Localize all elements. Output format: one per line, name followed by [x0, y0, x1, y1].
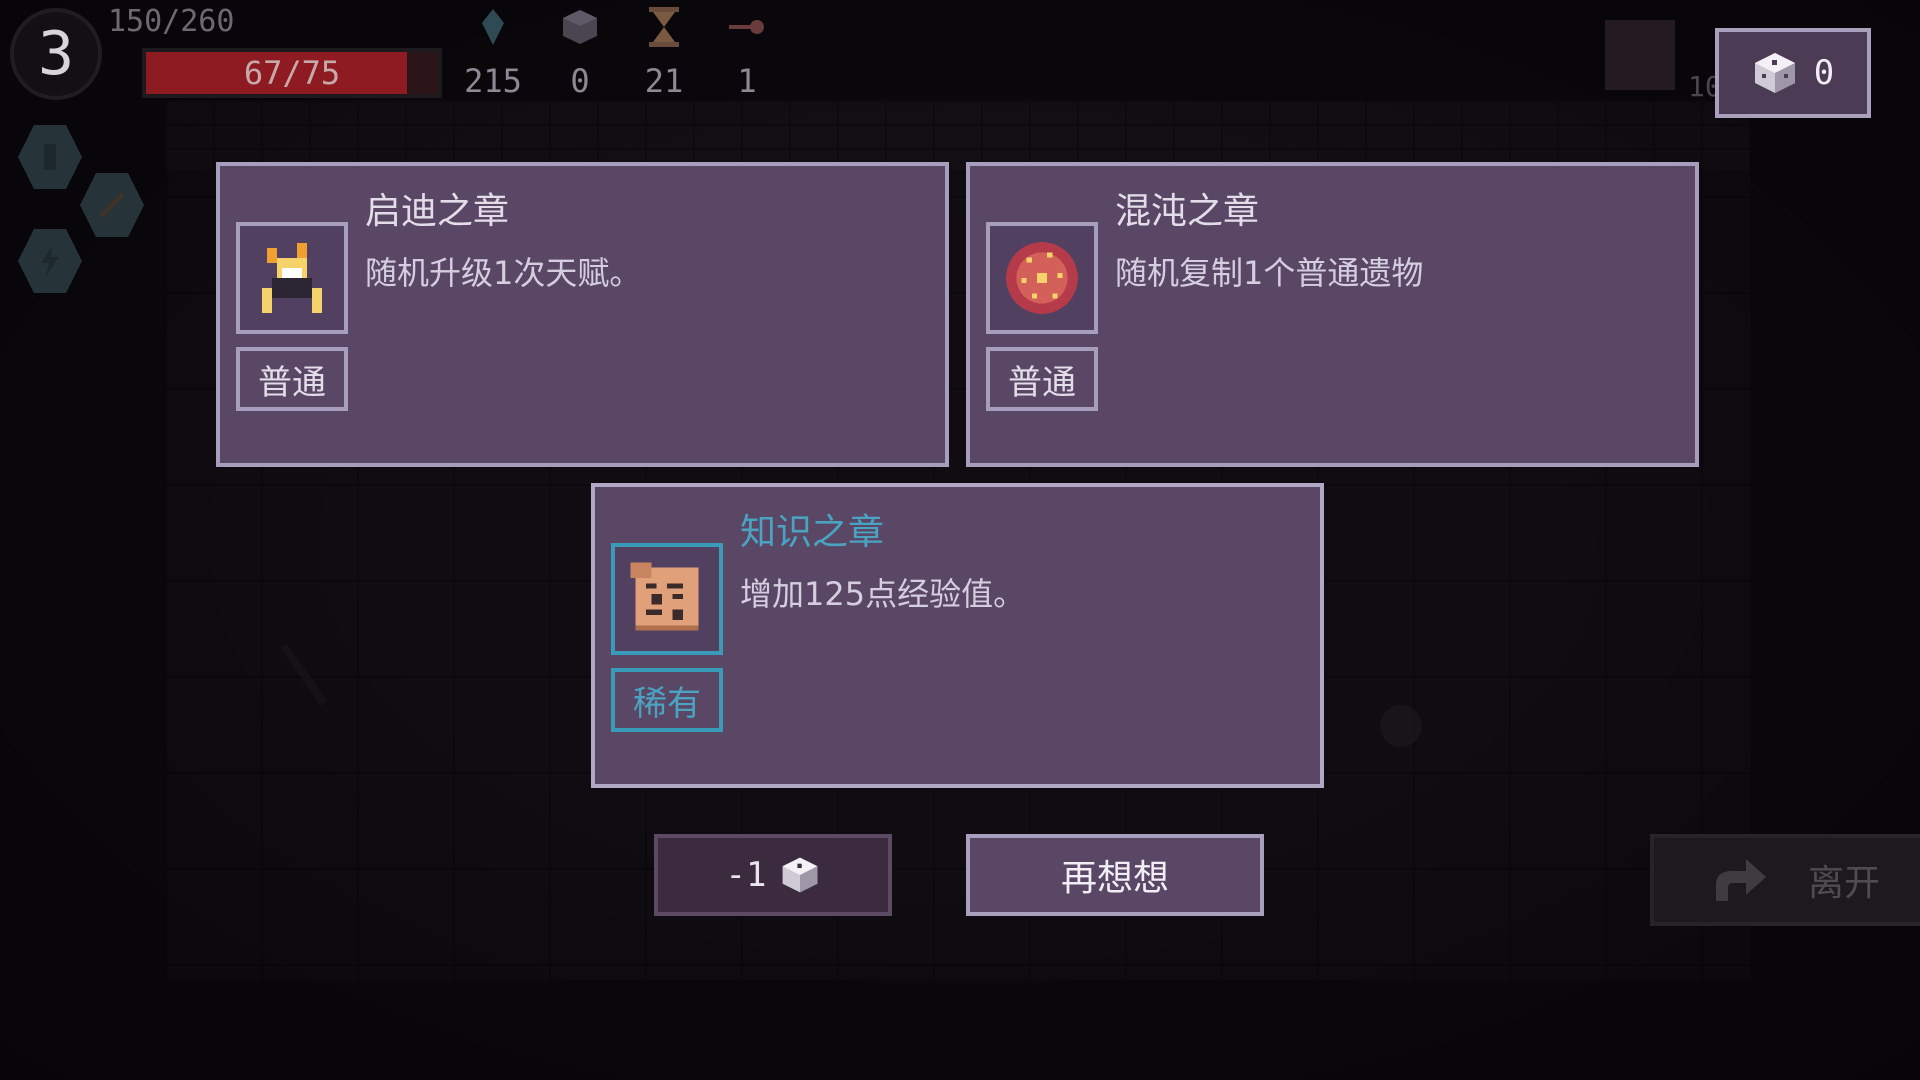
reroll-cost: -1 — [725, 855, 767, 895]
card-description: 随机复制1个普通遗物 — [1115, 254, 1424, 292]
time-count: 21 — [644, 62, 684, 100]
choice-card-knowledge[interactable]: 稀有 知识之章 增加125点经验值。 — [591, 483, 1324, 788]
hourglass-icon — [629, 6, 699, 48]
rethink-button[interactable]: 再想想 — [966, 834, 1264, 916]
dice-icon — [545, 6, 615, 48]
crystal-count: 215 — [464, 62, 522, 100]
dice-icon — [1754, 53, 1795, 93]
crystal-stat: 215 — [458, 6, 528, 100]
rarity-badge: 普通 — [986, 347, 1098, 411]
time-stat: 21 — [629, 6, 699, 100]
arrow-icon — [1715, 859, 1766, 901]
card-title: 启迪之章 — [365, 191, 510, 232]
hp-text: 67/75 — [243, 54, 341, 92]
crystal-icon — [458, 6, 528, 48]
leave-button[interactable]: 离开 — [1650, 834, 1920, 926]
card-icon-frame — [236, 222, 348, 334]
rarity-badge: 稀有 — [611, 668, 723, 732]
dice-counter-value: 0 — [1813, 53, 1835, 93]
enlightenment-icon — [262, 243, 322, 313]
chaos-orb-icon — [1006, 242, 1078, 314]
dice-count: 0 — [570, 62, 590, 100]
card-description: 随机升级1次天赋。 — [365, 254, 642, 292]
key-stat: 1 — [712, 6, 782, 100]
dice-counter: 0 — [1715, 28, 1871, 118]
card-description: 增加125点经验值。 — [740, 575, 1026, 613]
leave-label: 离开 — [1807, 863, 1880, 904]
card-title: 知识之章 — [740, 512, 885, 553]
lightning-icon — [41, 246, 59, 276]
choice-card-enlightenment[interactable]: 普通 启迪之章 随机升级1次天赋。 — [216, 162, 949, 467]
card-icon-frame — [611, 543, 723, 655]
xp-counter: 150/260 — [108, 4, 235, 39]
dice-stat: 0 — [545, 6, 615, 100]
level-indicator: 3 — [10, 8, 102, 100]
reroll-button[interactable]: -1 — [654, 834, 892, 916]
rarity-badge: 普通 — [236, 347, 348, 411]
choice-card-chaos[interactable]: 普通 混沌之章 随机复制1个普通遗物 — [966, 162, 1699, 467]
bow-icon — [1605, 20, 1675, 90]
card-title: 混沌之章 — [1115, 191, 1260, 232]
hp-bar: 67/75 — [142, 48, 442, 98]
key-count: 1 — [737, 62, 757, 100]
scroll-icon — [630, 562, 699, 631]
dice-icon — [783, 857, 818, 893]
key-icon — [712, 6, 782, 48]
card-icon-frame — [986, 222, 1098, 334]
